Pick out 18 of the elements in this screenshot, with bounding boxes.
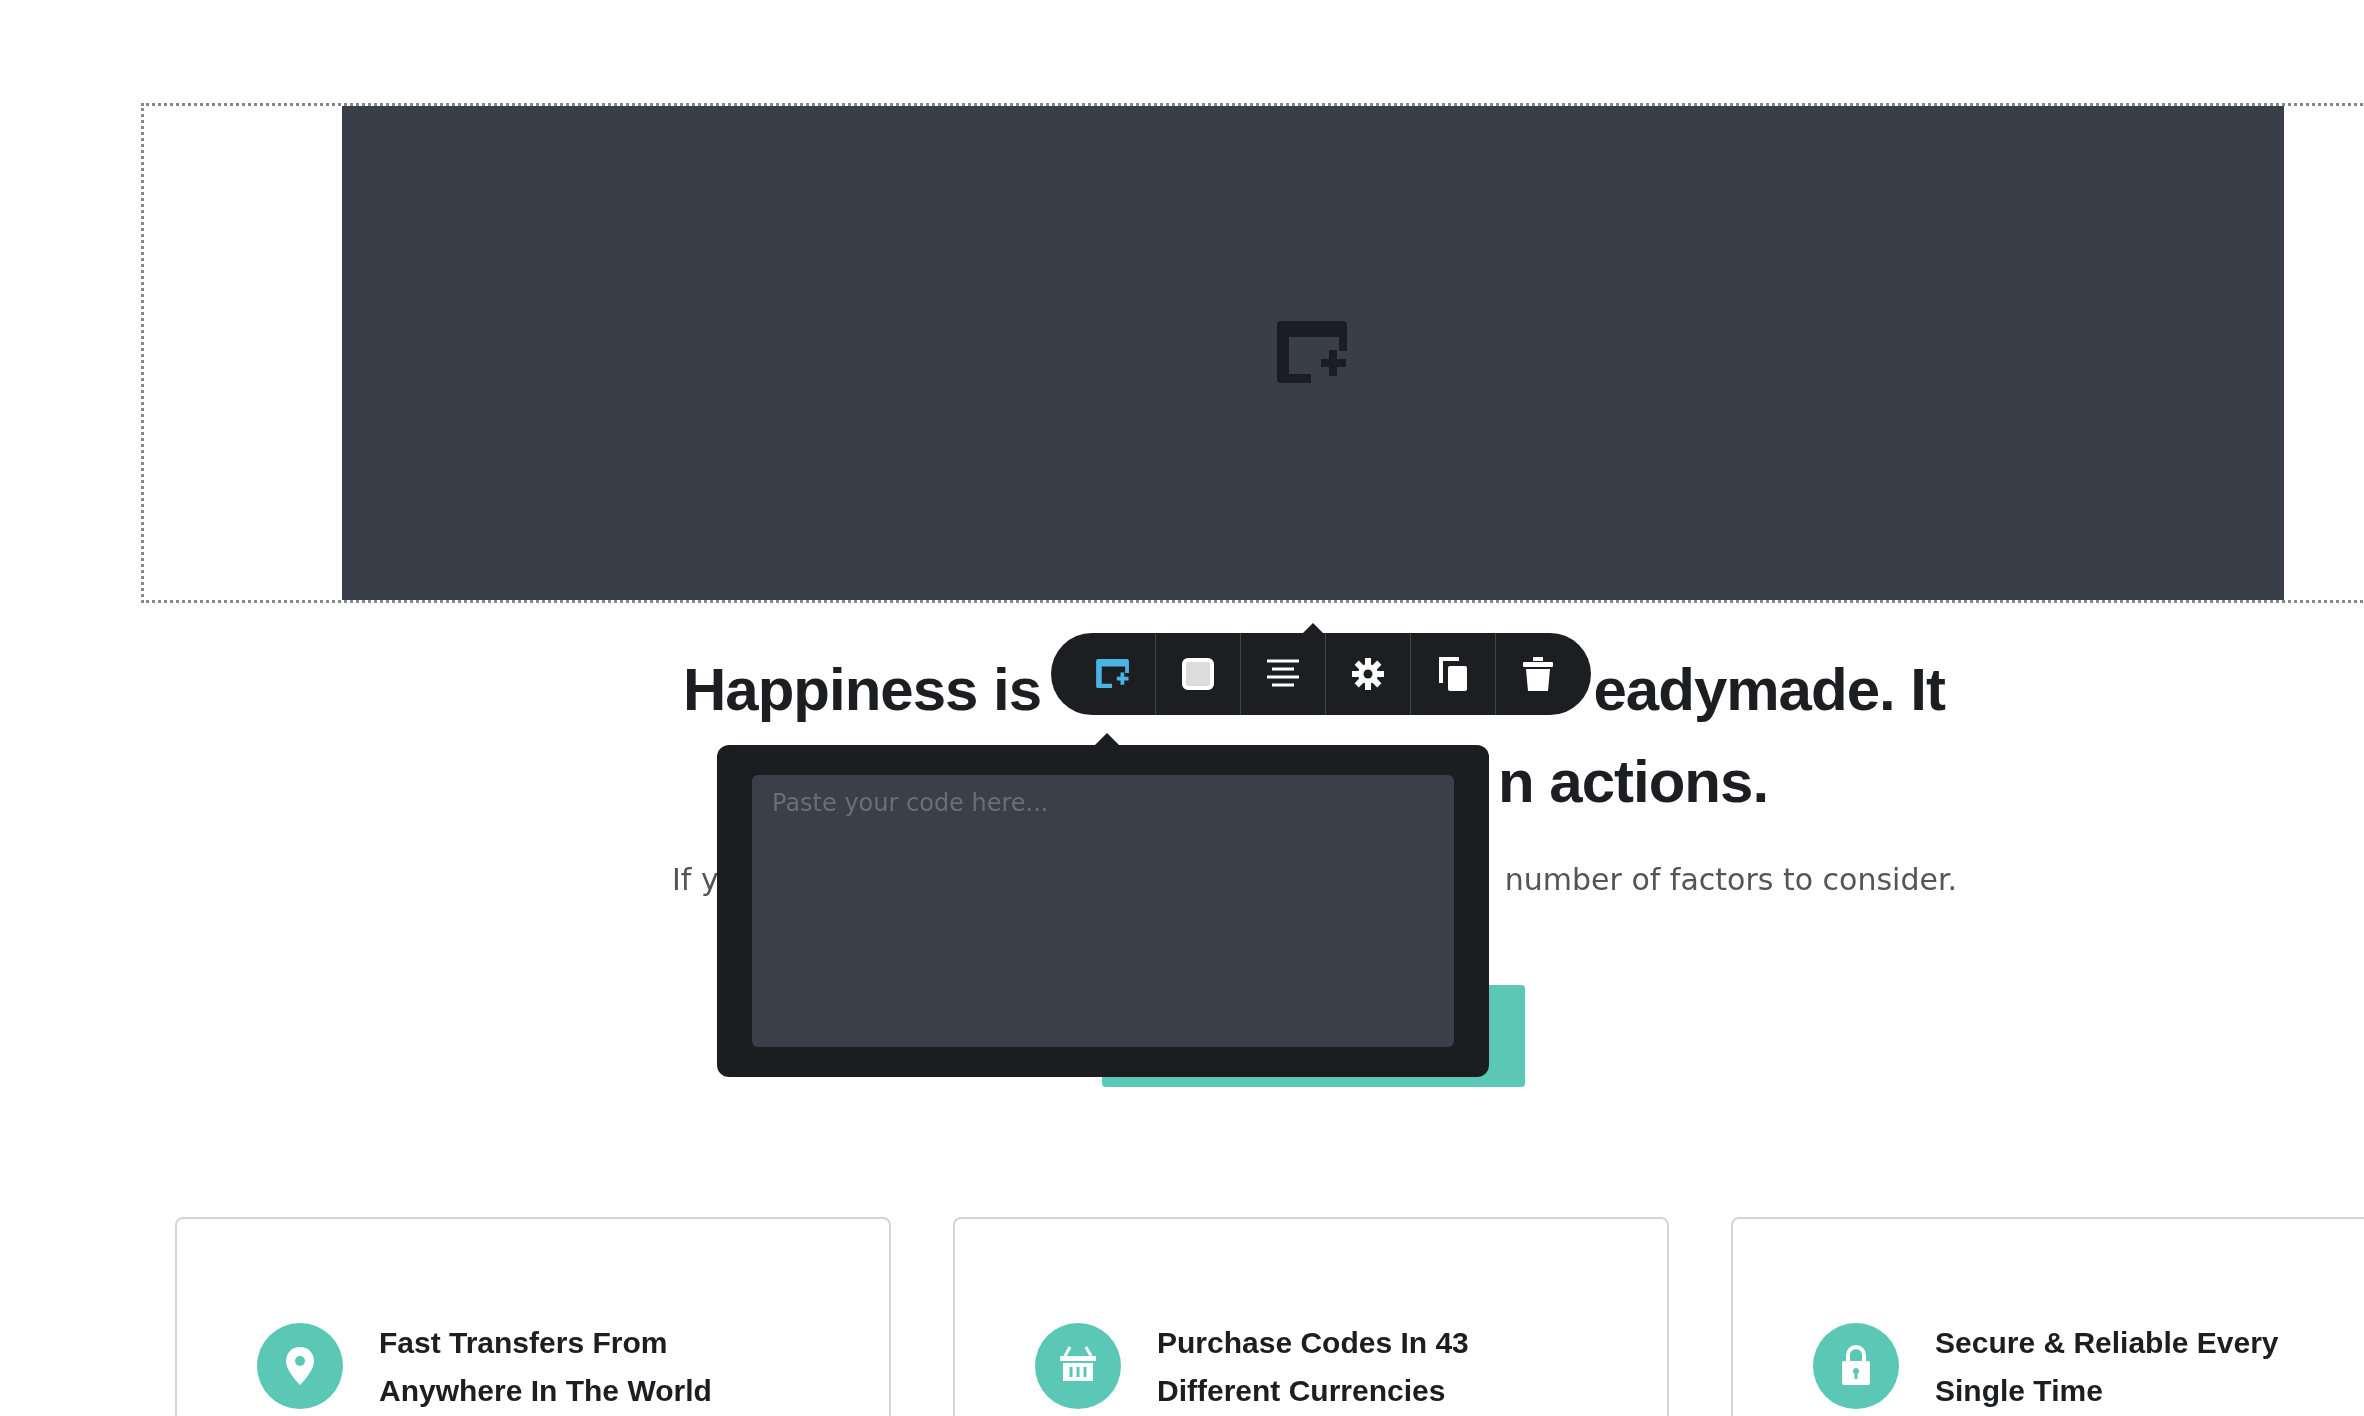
feature-title: Fast Transfers From Anywhere In The World [379,1325,713,1409]
settings-icon [1352,658,1384,690]
hero-heading: Happiness is [683,655,1042,725]
add-section-icon [1096,659,1130,689]
feature-title: Secure & Reliable Every Single Time [1935,1325,2280,1409]
duplicate-icon [1439,657,1467,691]
basket-icon [1035,1323,1121,1409]
hero-paragraph: If y [672,861,719,899]
hero-paragraph: number of factors to consider. [1504,861,1957,899]
feature-title: Purchase Codes In 43 Different Currencies [1157,1325,1470,1409]
hero-heading: eadymade. It [1593,655,1945,725]
lock-icon [1813,1323,1899,1409]
hero-heading: n actions. [1498,747,1769,817]
map-pin-icon [257,1323,343,1409]
square-icon [1182,658,1214,690]
trash-icon [1523,657,1553,691]
align-center-icon [1267,659,1299,689]
add-section-icon [1277,321,1349,385]
